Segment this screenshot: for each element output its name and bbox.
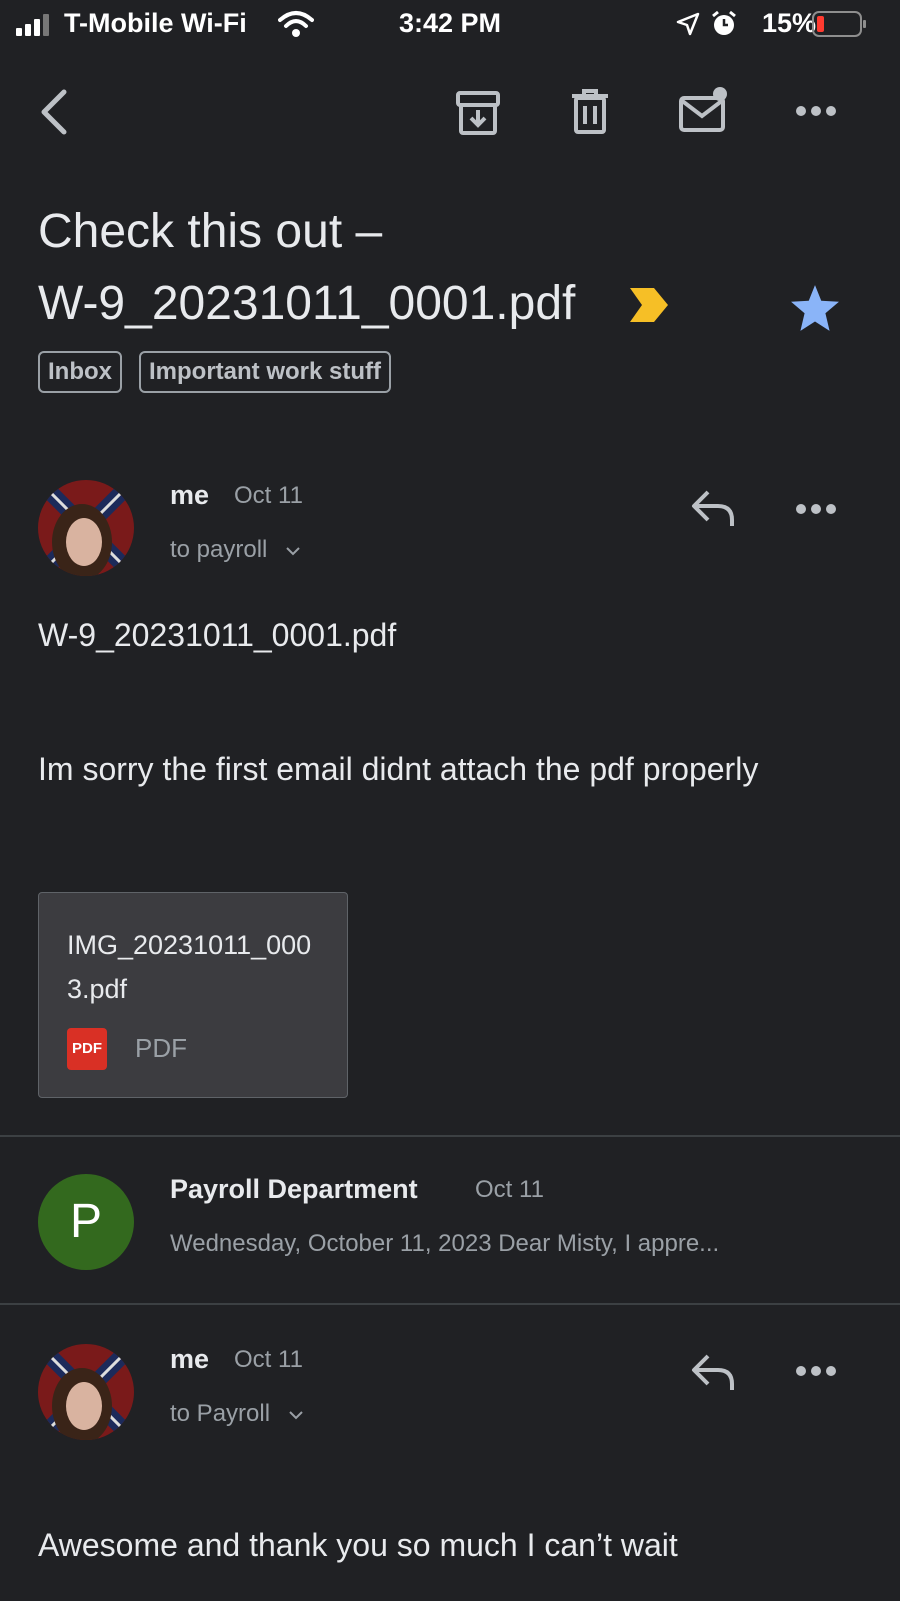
message-date: Oct 11 (234, 1346, 303, 1373)
sender-name[interactable]: me (170, 480, 209, 511)
recipient-details[interactable]: to payroll (170, 536, 302, 564)
chevron-down-icon (289, 1411, 303, 1420)
profile-photo-icon (38, 480, 134, 576)
message-body-title: W-9_20231011_0001.pdf (38, 617, 397, 653)
star-icon[interactable] (790, 284, 840, 332)
mark-unread-icon[interactable] (678, 86, 730, 134)
reply-icon[interactable] (690, 1352, 736, 1392)
subject-line-1: Check this out – (38, 205, 383, 258)
attachment-type: PDF (135, 1033, 187, 1063)
email-subject: Check this out – W-9_20231011_0001.pdf (38, 196, 778, 340)
attachment-card[interactable]: IMG_20231011_0003.pdf PDF PDF (38, 892, 348, 1098)
subject-line-2: W-9_20231011_0001.pdf (38, 277, 576, 330)
label-chip-important-work-stuff[interactable]: Important work stuff (139, 351, 391, 393)
alarm-icon (712, 10, 736, 35)
status-bar: T-Mobile Wi-Fi 3:42 PM 15% (0, 0, 900, 50)
sender-name: Payroll Department (170, 1174, 418, 1204)
location-arrow-icon (676, 12, 700, 36)
more-options-icon[interactable] (796, 104, 836, 118)
message-body: Awesome and thank you so much I can’t wa… (38, 1527, 678, 1563)
message-snippet: Wednesday, October 11, 2023 Dear Misty, … (170, 1230, 720, 1257)
chevron-down-icon (286, 547, 300, 556)
message-more-icon[interactable] (796, 502, 836, 516)
back-icon[interactable] (36, 88, 72, 136)
importance-marker-icon[interactable] (628, 286, 670, 324)
reply-icon[interactable] (690, 488, 736, 528)
delete-icon[interactable] (570, 88, 610, 136)
message-date: Oct 11 (475, 1176, 544, 1203)
message-more-icon[interactable] (796, 1364, 836, 1378)
avatar: P (38, 1174, 134, 1270)
message-body: Im sorry the first email didnt attach th… (38, 751, 759, 787)
avatar (38, 1344, 134, 1440)
pdf-file-icon: PDF (67, 1028, 107, 1070)
archive-icon[interactable] (455, 90, 501, 136)
collapsed-message[interactable] (0, 1137, 900, 1303)
battery-icon (812, 11, 866, 37)
profile-photo-icon (38, 1344, 134, 1440)
message-date: Oct 11 (234, 482, 303, 509)
attachment-filename: IMG_20231011_0003.pdf (67, 930, 312, 1004)
battery-percent: 15% (762, 8, 817, 38)
recipient-details[interactable]: to Payroll (170, 1400, 305, 1428)
divider (0, 1303, 900, 1305)
sender-name[interactable]: me (170, 1344, 209, 1375)
avatar (38, 480, 134, 576)
recipient-text: to payroll (170, 536, 268, 563)
recipient-text: to Payroll (170, 1400, 271, 1427)
label-chip-inbox[interactable]: Inbox (38, 351, 122, 393)
